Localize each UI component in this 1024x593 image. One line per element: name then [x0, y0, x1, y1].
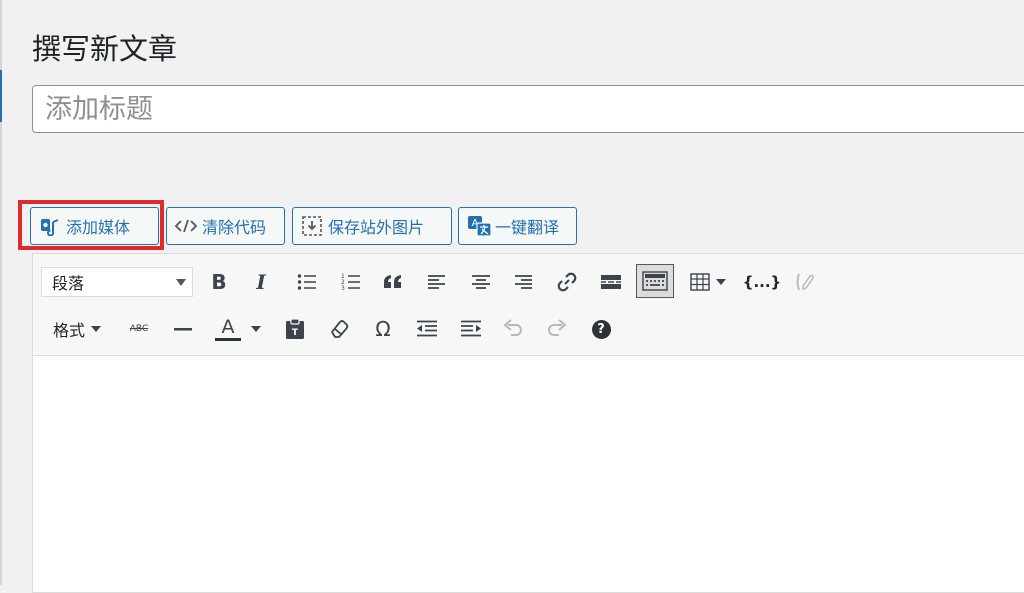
link-icon: [557, 272, 577, 292]
horizontal-line-icon: [174, 328, 192, 331]
omega-icon: Ω: [375, 317, 391, 341]
text-color-letter: A: [221, 316, 235, 338]
italic-icon: I: [256, 270, 266, 294]
help-icon: ?: [591, 319, 611, 339]
clipboard-icon: T: [286, 318, 304, 339]
code-block-button[interactable]: {...}: [742, 267, 782, 297]
one-click-translate-button[interactable]: A 一键翻译: [458, 207, 577, 245]
highlight-box: [18, 200, 164, 250]
chevron-down-icon: [716, 279, 726, 285]
strikethrough-button[interactable]: ABC: [125, 314, 153, 344]
blockquote-button[interactable]: [379, 267, 407, 297]
color-swatch: [215, 338, 241, 341]
table-button[interactable]: [685, 267, 731, 297]
indent-icon: [461, 320, 481, 337]
svg-text:T: T: [292, 328, 299, 338]
table-icon: [690, 273, 710, 291]
save-external-images-button[interactable]: 保存站外图片: [292, 207, 452, 245]
formats-label: 格式: [52, 321, 85, 340]
clear-formatting-button[interactable]: [325, 314, 353, 344]
outdent-button[interactable]: [413, 314, 441, 344]
unlink-button[interactable]: [791, 267, 819, 297]
one-click-translate-label: 一键翻译: [495, 218, 560, 237]
clear-code-button[interactable]: 清除代码: [166, 207, 285, 245]
post-title-input[interactable]: [32, 85, 1024, 133]
blockquote-icon: [384, 275, 401, 288]
admin-sidebar-active-marker: [0, 70, 2, 122]
align-right-icon: [515, 275, 532, 289]
text-color-button[interactable]: A: [209, 314, 267, 344]
curly-braces-icon: {...}: [742, 273, 782, 291]
horizontal-line-button[interactable]: [169, 314, 197, 344]
read-more-button[interactable]: [597, 267, 625, 297]
indent-button[interactable]: [457, 314, 485, 344]
format-select-value: 段落: [52, 274, 85, 293]
toolbar-toggle-button[interactable]: [636, 264, 674, 298]
bulleted-list-button[interactable]: [293, 267, 321, 297]
page-title: 撰写新文章: [32, 32, 178, 66]
formats-dropdown[interactable]: 格式: [45, 314, 109, 344]
chevron-down-icon: [91, 326, 101, 332]
svg-text:3: 3: [341, 285, 345, 292]
chevron-down-icon: [251, 326, 261, 332]
insert-link-button[interactable]: [553, 267, 581, 297]
text-color-icon: A: [215, 317, 241, 341]
chevron-down-icon: [176, 279, 186, 286]
paste-as-text-button[interactable]: T: [281, 314, 309, 344]
post-editor: 段落 B I 1 2 3 {...} 格式 ABC A T Ω ?: [32, 253, 1024, 593]
numbered-list-button[interactable]: 1 2 3: [337, 267, 365, 297]
save-download-icon: [301, 215, 323, 237]
redo-icon: [548, 319, 567, 336]
code-icon: [175, 218, 197, 234]
read-more-icon: [601, 275, 621, 289]
align-left-button[interactable]: [423, 267, 451, 297]
bulleted-list-icon: [297, 274, 316, 290]
keyboard-shortcuts-help-button[interactable]: ?: [587, 314, 615, 344]
align-center-button[interactable]: [467, 267, 495, 297]
save-external-images-label: 保存站外图片: [328, 218, 425, 237]
undo-button[interactable]: [499, 314, 527, 344]
clear-code-label: 清除代码: [202, 218, 267, 237]
numbered-list-icon: 1 2 3: [341, 273, 360, 292]
keyboard-icon: [642, 271, 668, 291]
align-right-button[interactable]: [509, 267, 537, 297]
help-icon-glyph: ?: [597, 321, 605, 337]
align-center-icon: [472, 275, 490, 289]
redo-button[interactable]: [543, 314, 571, 344]
editor-content-area[interactable]: [33, 356, 1024, 592]
outdent-icon: [417, 320, 437, 337]
strikethrough-icon: ABC: [129, 324, 149, 334]
eraser-icon: [330, 320, 349, 338]
paragraph-format-select[interactable]: 段落: [41, 267, 193, 297]
translate-icon: A: [467, 215, 493, 237]
bold-icon: B: [211, 270, 227, 294]
special-character-button[interactable]: Ω: [369, 314, 397, 344]
bold-button[interactable]: B: [205, 267, 233, 297]
align-left-icon: [428, 275, 445, 289]
unlink-icon: [796, 273, 814, 291]
editor-toolbar: 段落 B I 1 2 3 {...} 格式 ABC A T Ω ?: [33, 254, 1024, 356]
undo-icon: [503, 319, 522, 336]
italic-button[interactable]: I: [247, 267, 275, 297]
